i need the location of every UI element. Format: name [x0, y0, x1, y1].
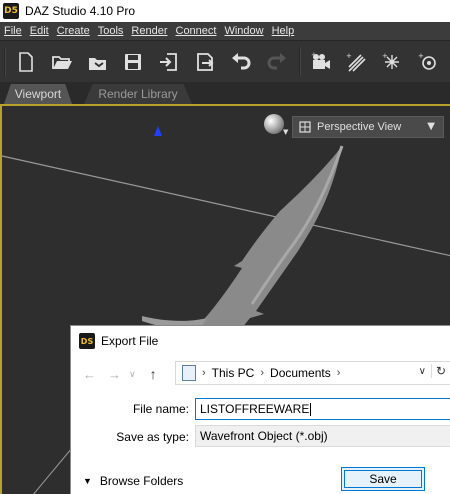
forward-arrow-icon[interactable]: →: [108, 367, 121, 382]
menu-edit[interactable]: Edit: [30, 25, 49, 37]
save-button[interactable]: Save: [341, 467, 425, 491]
view-selector-label: Perspective View: [317, 121, 402, 133]
file-name-input[interactable]: LISTOFFREEWARE: [195, 398, 450, 420]
tab-render-library[interactable]: Render Library: [84, 84, 192, 104]
menu-window[interactable]: Window: [224, 25, 263, 37]
add-spot-light-icon[interactable]: +: [378, 48, 406, 76]
menu-help[interactable]: Help: [272, 25, 295, 37]
up-arrow-icon[interactable]: ↑: [150, 366, 157, 382]
toolbar-separator: [4, 46, 6, 77]
breadcrumb-separator-icon: ›: [202, 367, 206, 379]
toolbar-separator: [298, 46, 301, 77]
menu-bar: File Edit Create Tools Render Connect Wi…: [0, 22, 450, 40]
redo-icon[interactable]: [263, 48, 291, 76]
undo-icon[interactable]: [227, 48, 255, 76]
recent-locations-chevron-icon[interactable]: ∨: [129, 369, 136, 380]
chevron-down-icon: ▼: [427, 121, 435, 132]
address-dropdown-icon[interactable]: ∨: [419, 366, 426, 377]
camera-preset-icon[interactable]: [264, 114, 284, 134]
svg-text:+: +: [311, 51, 317, 59]
svg-text:+: +: [418, 52, 424, 60]
file-name-value: LISTOFFREEWARE: [200, 402, 310, 416]
dialog-nav-row: ← → ∨ ↑ › This PC › Documents › ∨ ↻: [71, 360, 450, 388]
breadcrumb-this-pc[interactable]: This PC: [212, 366, 255, 380]
tab-viewport[interactable]: Viewport: [4, 84, 72, 104]
pane-tab-bar: Viewport Render Library: [0, 82, 450, 104]
light-indicator-icon: [154, 126, 162, 136]
chevron-down-icon: ▼: [83, 476, 92, 486]
refresh-icon[interactable]: ↻: [430, 364, 446, 378]
menu-connect[interactable]: Connect: [176, 25, 217, 37]
file-name-label: File name:: [132, 402, 189, 416]
merge-file-icon[interactable]: [84, 48, 112, 76]
view-selector-dropdown[interactable]: Perspective View ▼: [292, 116, 444, 138]
address-bar[interactable]: › This PC › Documents › ∨ ↻: [175, 361, 450, 385]
daz-app-icon: DS: [79, 333, 95, 349]
svg-text:+: +: [382, 52, 388, 60]
main-toolbar: + + + +: [0, 40, 450, 82]
open-file-icon[interactable]: [48, 48, 76, 76]
caret-down-icon: ▼: [283, 128, 289, 136]
new-file-icon[interactable]: [12, 48, 40, 76]
export-file-dialog: DS Export File ← → ∨ ↑ › This PC › Docum…: [70, 325, 450, 494]
back-arrow-icon[interactable]: ←: [83, 367, 96, 382]
dialog-title-bar: DS Export File: [71, 326, 450, 356]
add-point-light-icon[interactable]: +: [414, 48, 442, 76]
dialog-title: Export File: [101, 334, 159, 348]
save-as-type-label: Save as type:: [116, 430, 189, 444]
menu-tools[interactable]: Tools: [98, 25, 124, 37]
folder-location-icon: [182, 365, 196, 381]
grid-icon: [299, 121, 311, 133]
title-bar: D5 DAZ Studio 4.10 Pro: [0, 0, 450, 22]
daz-app-icon: D5: [3, 3, 19, 19]
browse-folders-toggle[interactable]: ▼ Browse Folders: [83, 474, 183, 488]
ground-grid-line: [2, 155, 450, 257]
text-cursor: [310, 403, 312, 417]
save-as-type-select[interactable]: Wavefront Object (*.obj): [195, 425, 450, 447]
breadcrumb-separator-icon: ›: [336, 367, 341, 379]
breadcrumb-separator-icon: ›: [260, 367, 265, 379]
import-icon[interactable]: [155, 48, 183, 76]
browse-folders-label: Browse Folders: [99, 474, 184, 488]
menu-file[interactable]: File: [4, 25, 22, 37]
add-camera-icon[interactable]: +: [307, 48, 335, 76]
menu-create[interactable]: Create: [57, 25, 90, 37]
save-icon[interactable]: [119, 48, 147, 76]
add-distant-light-icon[interactable]: +: [342, 48, 370, 76]
svg-text:+: +: [346, 52, 352, 60]
menu-render[interactable]: Render: [131, 25, 167, 37]
window-title: DAZ Studio 4.10 Pro: [25, 4, 136, 18]
export-icon[interactable]: [191, 48, 219, 76]
breadcrumb-documents[interactable]: Documents: [270, 366, 331, 380]
